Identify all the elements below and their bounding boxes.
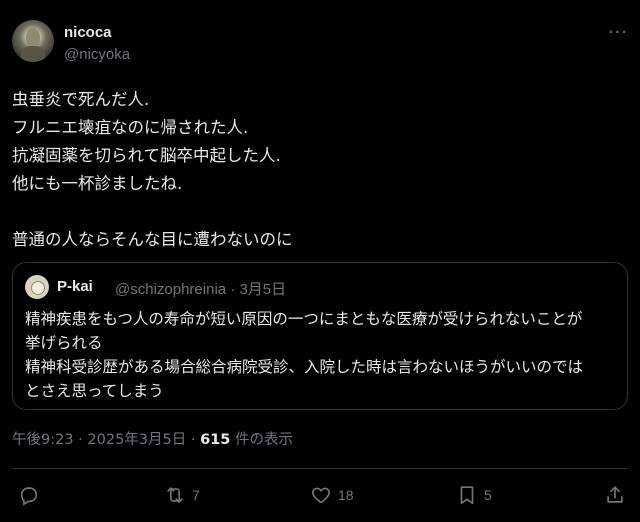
quoted-author-name: P-kai (57, 278, 93, 295)
more-horizontal-icon[interactable]: ··· (608, 22, 628, 43)
like-count: 18 (338, 487, 354, 503)
quoted-line: 精神科受診歴がある場合総合病院受診、入院した時は言わないほうがいいのでは (25, 358, 584, 376)
share-icon (607, 486, 623, 503)
avatar-body (21, 46, 45, 62)
tweet-line: 他にも一杯診ましたね. (12, 174, 183, 193)
views-count: 615 (200, 432, 231, 448)
quoted-author-meta: @schizophreinia · 3月5日 (115, 278, 286, 299)
quoted-tweet-header: P-kai @schizophreinia · 3月5日 (25, 275, 615, 299)
tweet-line: 普通の人ならそんな目に遭わないのに (12, 230, 293, 249)
retweet-icon (167, 487, 183, 503)
retweet-count: 7 (192, 487, 200, 503)
meta-separator: · (190, 432, 196, 448)
tweet-line: 虫垂炎で死んだ人. (12, 90, 150, 109)
quoted-tweet[interactable]: P-kai @schizophreinia · 3月5日 精神疾患をもつ人の寿命… (12, 262, 628, 410)
bookmark-button[interactable]: 5 (456, 482, 492, 508)
quoted-tweet-text: 精神疾患をもつ人の寿命が短い原因の一つにまともな医療が受けられないことが 挙げら… (25, 307, 620, 403)
divider (12, 468, 628, 469)
avatar-face (26, 28, 40, 48)
meta-separator: · (78, 432, 83, 448)
bookmark-count: 5 (484, 487, 492, 503)
author-handle[interactable]: @nicyoka (64, 46, 130, 63)
heart-icon (312, 487, 330, 504)
bookmark-icon (460, 486, 474, 505)
quoted-line: とさえ思ってしまう (25, 382, 164, 400)
quoted-separator: · (230, 281, 236, 298)
reply-button[interactable] (18, 482, 46, 508)
reply-icon (20, 487, 38, 506)
tweet-line: 抗凝固薬を切られて脳卒中起した人. (12, 146, 281, 165)
tweet-line: フルニエ壊疽なのに帰された人. (12, 118, 249, 137)
tweet-meta: 午後9:23 · 2025年3月5日 · 615 件の表示 (12, 428, 293, 449)
share-button[interactable] (604, 482, 632, 508)
author-avatar[interactable] (12, 20, 54, 62)
quoted-line: 挙げられる (25, 334, 103, 352)
tweet-date[interactable]: 2025年3月5日 (87, 432, 186, 448)
tweet-time[interactable]: 午後9:23 (12, 432, 74, 448)
quoted-author-handle: @schizophreinia (115, 281, 227, 298)
retweet-button[interactable]: 7 (164, 482, 200, 508)
author-name[interactable]: nicoca (64, 24, 112, 41)
like-button[interactable]: 18 (310, 482, 354, 508)
tweet-header: nicoca @nicyoka ··· (12, 20, 628, 68)
tweet-text: 虫垂炎で死んだ人. フルニエ壊疽なのに帰された人. 抗凝固薬を切られて脳卒中起し… (12, 86, 622, 254)
quoted-author-avatar (25, 275, 49, 299)
quoted-line: 精神疾患をもつ人の寿命が短い原因の一つにまともな医療が受けられないことが (25, 310, 583, 328)
quoted-date: 3月5日 (239, 281, 287, 298)
views-label: 件の表示 (234, 432, 293, 448)
action-bar: 7 18 5 (0, 476, 640, 516)
